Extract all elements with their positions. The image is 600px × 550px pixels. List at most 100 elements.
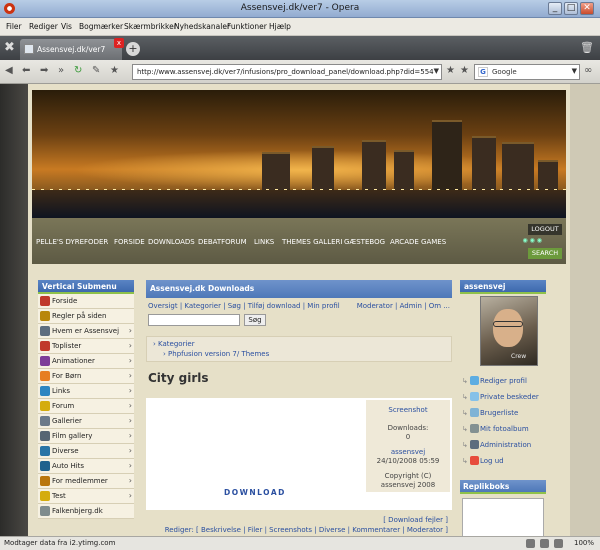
download-link[interactable]: DOWNLOAD xyxy=(224,488,286,497)
screenshot-link[interactable]: Screenshot xyxy=(366,406,450,414)
author-link[interactable]: assensvej xyxy=(366,448,450,456)
user-link-icon xyxy=(470,440,479,449)
downloads-nav-links[interactable]: Oversigt | Kategorier | Søg | Tilføj dow… xyxy=(148,302,340,310)
user-link[interactable]: ↳ Log ud xyxy=(462,454,539,470)
sidebar-item[interactable]: Test › xyxy=(38,489,134,504)
nav-links[interactable]: LINKS xyxy=(254,238,274,246)
upload-date: 24/10/2008 05:59 xyxy=(376,457,440,465)
menu-bogmaerker[interactable]: Bogmærker xyxy=(79,22,123,31)
menu-skaermbrikker[interactable]: Skærmbrikker xyxy=(124,22,177,31)
sidebar-item[interactable]: Regler på siden xyxy=(38,309,134,324)
menu-nyhedskanaler[interactable]: Nyhedskanaler xyxy=(174,22,230,31)
reload-icon[interactable]: ↻ xyxy=(74,65,82,76)
user-link-icon xyxy=(470,424,479,433)
nav-downloads[interactable]: DOWNLOADS xyxy=(148,238,195,246)
nav-arcade-games[interactable]: ARCADE GAMES xyxy=(390,238,446,246)
edit-links[interactable]: Rediger: [ Beskrivelse | Filer | Screens… xyxy=(165,525,448,535)
sidebar-item[interactable]: For medlemmer › xyxy=(38,474,134,489)
sidebar-item-label: Links xyxy=(52,387,70,395)
user-link[interactable]: ↳ Brugerliste xyxy=(462,406,539,422)
category-link[interactable]: › Kategorier xyxy=(153,340,195,348)
edit-icon[interactable]: ✎ xyxy=(92,65,100,76)
menu-filer[interactable]: Filer xyxy=(6,22,22,31)
sidebar-item[interactable]: Auto Hits › xyxy=(38,459,134,474)
nav-pelles-dyrefoder[interactable]: PELLE'S DYREFODER xyxy=(36,238,108,246)
maximize-button[interactable]: □ xyxy=(564,2,578,15)
google-icon: G xyxy=(478,67,488,77)
menu-item-icon xyxy=(40,491,50,501)
sidebar-item[interactable]: Gallerier › xyxy=(38,414,134,429)
sidebar-item-label: Test xyxy=(52,492,66,500)
bookmark-star-icon[interactable]: ★ xyxy=(110,65,119,76)
search-field[interactable]: G Google ▼ xyxy=(474,64,580,80)
tab-assensvej[interactable]: Assensvej.dk/ver7 x xyxy=(20,38,124,60)
sidebar-item[interactable]: Forum › xyxy=(38,399,134,414)
menu-item-icon xyxy=(40,401,50,411)
user-link-icon xyxy=(470,392,479,401)
sidebar-item[interactable]: Falkenbjerg.dk xyxy=(38,504,134,519)
copyright-label: Copyright (C) xyxy=(384,472,432,480)
menu-funktioner[interactable]: Funktioner xyxy=(227,22,267,31)
menu-vis[interactable]: Vis xyxy=(61,22,72,31)
back-icon[interactable]: ⬅ xyxy=(22,65,30,76)
sidebar-item[interactable]: Links › xyxy=(38,384,134,399)
sidebar-item[interactable]: Animationer › xyxy=(38,354,134,369)
sidebar-item[interactable]: Toplister › xyxy=(38,339,134,354)
trash-icon[interactable]: 🗑 xyxy=(580,41,594,54)
menu-hjaelp[interactable]: Hjælp xyxy=(269,22,291,31)
status-icon[interactable] xyxy=(526,539,535,548)
fast-forward-icon[interactable]: » xyxy=(58,65,64,76)
user-link[interactable]: ↳ Rediger profil xyxy=(462,374,539,390)
chevron-right-icon: › xyxy=(128,446,132,455)
downloads-admin-links[interactable]: Moderator | Admin | Om ... xyxy=(357,302,450,310)
subcategory-link[interactable]: › Phpfusion version 7/ Themes xyxy=(163,350,269,358)
nav-forside[interactable]: FORSIDE xyxy=(114,238,145,246)
nav-gaestebog[interactable]: GÆSTEBOG xyxy=(344,238,385,246)
zoom-glasses-icon[interactable]: ∞ xyxy=(584,65,592,76)
downloads-search-button[interactable]: Søg xyxy=(244,314,266,326)
star-icon[interactable]: ★ xyxy=(446,65,455,76)
sidebar-item-label: Toplister xyxy=(52,342,82,350)
sidebar-item[interactable]: Film gallery › xyxy=(38,429,134,444)
user-link-label: Rediger profil xyxy=(480,377,527,385)
menu-item-icon xyxy=(40,506,50,516)
chevron-right-icon: › xyxy=(128,431,132,440)
sidebar-item-label: For medlemmer xyxy=(52,477,108,485)
downloads-search-input[interactable] xyxy=(148,314,240,326)
star-filled-icon[interactable]: ★ xyxy=(460,65,469,76)
user-link[interactable]: ↳ Administration xyxy=(462,438,539,454)
user-link[interactable]: ↳ Private beskeder xyxy=(462,390,539,406)
chevron-down-icon[interactable]: ▼ xyxy=(572,67,577,75)
zoom-level[interactable]: 100% xyxy=(574,539,594,547)
sidebar-item[interactable]: Forside xyxy=(38,294,134,309)
menu-rediger[interactable]: Rediger xyxy=(29,22,58,31)
replikboks-area[interactable] xyxy=(462,498,544,536)
close-window-button[interactable]: ✕ xyxy=(580,2,594,15)
tab-label: Assensvej.dk/ver7 xyxy=(37,45,106,54)
search-button[interactable]: SEARCH xyxy=(528,248,562,259)
logout-button[interactable]: LOGOUT xyxy=(528,224,562,235)
status-icon[interactable] xyxy=(540,539,549,548)
sidebar-item[interactable]: Hvem er Assensvej › xyxy=(38,324,134,339)
user-link[interactable]: ↳ Mit fotoalbum xyxy=(462,422,539,438)
sidebar-item[interactable]: For Børn › xyxy=(38,369,134,384)
avatar-caption: Crew xyxy=(511,353,527,360)
nav-debatforum[interactable]: DEBATFORUM xyxy=(198,238,247,246)
sidebar-item[interactable]: Diverse › xyxy=(38,444,134,459)
chevron-right-icon: › xyxy=(128,371,132,380)
tools-icon[interactable]: ✖ xyxy=(4,40,15,55)
minimize-button[interactable]: _ xyxy=(548,2,562,15)
chevron-down-icon[interactable]: ▼ xyxy=(434,67,439,75)
status-text: Modtager data fra i2.ytimg.com xyxy=(4,539,116,547)
nav-themes-galleri[interactable]: THEMES GALLERI xyxy=(282,238,342,246)
address-bar[interactable]: http://www.assensvej.dk/ver7/infusions/p… xyxy=(132,64,442,80)
new-tab-button[interactable]: + xyxy=(126,42,140,56)
status-icon[interactable] xyxy=(554,539,563,548)
search-options-icon[interactable]: ◉ ◉ ◉ xyxy=(522,237,542,244)
page-viewport: PELLE'S DYREFODER FORSIDE DOWNLOADS DEBA… xyxy=(0,84,600,536)
tab-close-button[interactable]: x xyxy=(114,38,124,48)
user-link-label: Brugerliste xyxy=(480,409,519,417)
back-end-icon[interactable]: ◀ xyxy=(5,65,13,76)
report-error-link[interactable]: [ Download fejler ] xyxy=(165,515,448,525)
forward-icon[interactable]: ➡ xyxy=(40,65,48,76)
